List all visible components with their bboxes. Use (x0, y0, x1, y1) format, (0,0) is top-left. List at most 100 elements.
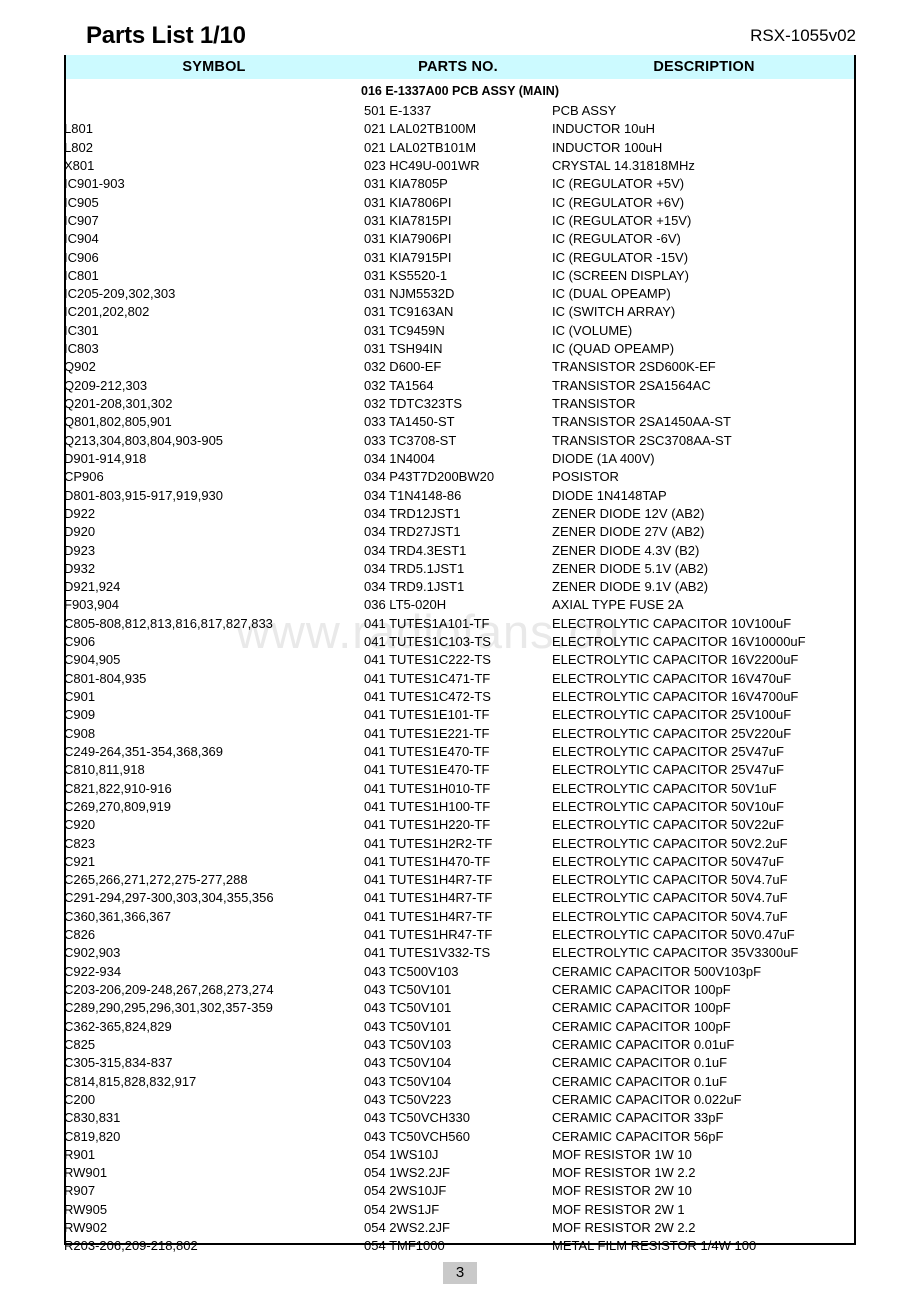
cell-symbol: C269,270,809,919 (64, 798, 171, 814)
cell-description: IC (REGULATOR -6V) (552, 231, 681, 247)
cell-description: ELECTROLYTIC CAPACITOR 16V10000uF (552, 634, 806, 650)
cell-parts-no: 041 TUTES1H010-TF (364, 780, 491, 796)
cell-symbol: IC801 (64, 267, 99, 283)
table-row: C269,270,809,919 041 TUTES1H100-TF ELECTRO… (64, 798, 856, 816)
table-row: C805-808,812,813,816,817,827,833 041 TUTE… (64, 615, 856, 633)
table-row: Q801,802,805,901 033 TA1450-ST TRANSISTOR … (64, 413, 856, 431)
cell-parts-no: 043 TC50V103 (364, 1036, 452, 1052)
table-row: C906 041 TUTES1C103-TS ELECTROLYTIC CAPACI… (64, 633, 856, 651)
table-row: IC801 031 KS5520-1 IC (SCREEN DISPLAY) (64, 267, 856, 285)
table-row: IC907 031 KIA7815PI IC (REGULATOR +15V) (64, 212, 856, 230)
cell-description: IC (QUAD OPEAMP) (552, 341, 675, 357)
cell-description: CERAMIC CAPACITOR 0.022uF (552, 1091, 742, 1107)
cell-parts-no: 043 TC500V103 (364, 963, 459, 979)
cell-description: ELECTROLYTIC CAPACITOR 50V1uF (552, 780, 777, 796)
cell-parts-no: 034 1N4004 (364, 450, 435, 466)
cell-symbol: R907 (64, 1183, 96, 1199)
cell-parts-no: 041 TUTES1H4R7-TF (364, 908, 493, 924)
cell-symbol: IC905 (64, 194, 99, 210)
cell-description: MOF RESISTOR 1W 10 (552, 1146, 692, 1162)
cell-description: ZENER DIODE 9.1V (AB2) (552, 579, 709, 595)
cell-symbol: Q201-208,301,302 (64, 396, 173, 411)
table-row: C203-206,209-248,267,268,273,274 043 TC50… (64, 981, 856, 999)
table-border-right (854, 55, 856, 1245)
cell-symbol: C823 (64, 835, 96, 851)
table-row: D921,924 034 TRD9.1JST1 ZENER DIODE 9.1V (… (64, 578, 856, 596)
cell-description: ELECTROLYTIC CAPACITOR 50V22uF (552, 817, 784, 833)
cell-parts-no: 034 TRD9.1JST1 (364, 579, 465, 595)
cell-symbol: D921,924 (64, 579, 121, 595)
cell-symbol: Q209-212,303 (64, 377, 148, 393)
cell-symbol: D932 (64, 560, 96, 576)
cell-parts-no: 041 TUTES1E101-TF (364, 707, 490, 723)
parts-table-container: SYMBOL PARTS NO. DESCRIPTION 016 E-1337A… (64, 55, 856, 1256)
cell-parts-no: 031 KS5520-1 (364, 267, 448, 283)
table-header-row: SYMBOL PARTS NO. DESCRIPTION (64, 55, 856, 79)
cell-symbol: X801 (64, 157, 95, 173)
cell-parts-no: 041 TUTES1C222-TS (364, 652, 491, 668)
model-number: RSX-1055v02 (750, 26, 856, 45)
cell-symbol: Q213,304,803,804,903-905 (64, 432, 224, 448)
cell-description: ELECTROLYTIC CAPACITOR 50V10uF (552, 798, 784, 814)
cell-parts-no: 041 TUTES1C471-TF (364, 670, 491, 686)
cell-symbol: IC205-209,302,303 (64, 286, 176, 302)
table-border-bottom (64, 1243, 856, 1245)
cell-symbol: C830,831 (64, 1110, 121, 1126)
cell-description: CRYSTAL 14.31818MHz (552, 157, 695, 173)
cell-description: IC (SCREEN DISPLAY) (552, 267, 690, 283)
cell-parts-no: 034 P43T7D200BW20 (364, 469, 495, 485)
cell-description: DIODE (1A 400V) (552, 450, 655, 466)
cell-symbol: C922-934 (64, 963, 122, 979)
cell-symbol: IC904 (64, 231, 99, 247)
cell-symbol: C249-264,351-354,368,369 (64, 743, 224, 759)
cell-symbol: Q902 (64, 359, 96, 375)
cell-description: ZENER DIODE 12V (AB2) (552, 505, 705, 521)
cell-description: IC (SWITCH ARRAY) (552, 304, 676, 320)
cell-description: ELECTROLYTIC CAPACITOR 16V2200uF (552, 652, 799, 668)
table-row: IC904 031 KIA7906PI IC (REGULATOR -6V) (64, 230, 856, 248)
cell-description: MOF RESISTOR 2W 2.2 (552, 1220, 696, 1236)
cell-parts-no: 043 TC50V104 (364, 1055, 452, 1071)
table-row: C826 041 TUTES1HR47-TF ELECTROLYTIC CAPACI… (64, 926, 856, 944)
table-row: Q201-208,301,302 032 TDTC323TS TRANSISTOR (64, 395, 856, 413)
cell-description: IC (REGULATOR +5V) (552, 176, 685, 192)
cell-parts-no: 054 1WS2.2JF (364, 1165, 450, 1181)
cell-parts-no: 034 TRD5.1JST1 (364, 560, 465, 576)
cell-symbol: Q801,802,805,901 (64, 414, 172, 430)
table-row: CP906 034 P43T7D200BW20 POSISTOR (64, 468, 856, 486)
table-row: L801 021 LAL02TB100M INDUCTOR 10uH (64, 120, 856, 138)
cell-symbol: RW901 (64, 1165, 108, 1181)
cell-symbol: C203-206,209-248,267,268,273,274 (64, 982, 274, 997)
cell-description: IC (REGULATOR +6V) (552, 194, 685, 210)
cell-description: ELECTROLYTIC CAPACITOR 25V47uF (552, 743, 784, 759)
table-row: IC901-903 031 KIA7805P IC (REGULATOR +5V) (64, 175, 856, 193)
table-row: X801 023 HC49U-001WR CRYSTAL 14.31818MHz (64, 157, 856, 175)
cell-description: ELECTROLYTIC CAPACITOR 50V47uF (552, 853, 784, 869)
cell-symbol: C819,820 (64, 1128, 121, 1144)
cell-parts-no: 054 2WS1JF (364, 1201, 440, 1217)
cell-description: CERAMIC CAPACITOR 100pF (552, 1000, 731, 1016)
cell-description: ZENER DIODE 5.1V (AB2) (552, 560, 709, 576)
table-row: IC905 031 KIA7806PI IC (REGULATOR +6V) (64, 194, 856, 212)
table-row: RW905 054 2WS1JF MOF RESISTOR 2W 1 (64, 1201, 856, 1219)
cell-parts-no: 043 TC50V101 (364, 1018, 452, 1034)
cell-symbol: L801 (64, 121, 93, 137)
table-row: C821,822,910-916 041 TUTES1H010-TF ELECTRO… (64, 780, 856, 798)
table-row: C902,903 041 TUTES1V332-TS ELECTROLYTIC CA… (64, 944, 856, 962)
cell-symbol: C908 (64, 725, 96, 741)
cell-parts-no: 031 KIA7915PI (364, 249, 452, 265)
table-row: Q213,304,803,804,903-905 033 TC3708-ST TRA… (64, 432, 856, 450)
cell-symbol: R901 (64, 1146, 96, 1162)
table-row: C819,820 043 TC50VCH560 CERAMIC CAPACITOR … (64, 1128, 856, 1146)
cell-symbol: C826 (64, 927, 96, 943)
table-row: L802 021 LAL02TB101M INDUCTOR 100uH (64, 139, 856, 157)
table-row: RW902 054 2WS2.2JF MOF RESISTOR 2W 2.2 (64, 1219, 856, 1237)
cell-parts-no: 034 T1N4148-86 (364, 487, 462, 503)
cell-parts-no: 041 TUTES1E470-TF (364, 762, 490, 778)
cell-description: AXIAL TYPE FUSE 2A (552, 597, 684, 613)
cell-description: ELECTROLYTIC CAPACITOR 10V100uF (552, 615, 792, 631)
cell-parts-no: 054 TMF1000 (364, 1238, 445, 1254)
table-row: C909 041 TUTES1E101-TF ELECTROLYTIC CAPACI… (64, 706, 856, 724)
cell-symbol: C909 (64, 707, 96, 723)
table-row: RW901 054 1WS2.2JF MOF RESISTOR 1W 2.2 (64, 1164, 856, 1182)
